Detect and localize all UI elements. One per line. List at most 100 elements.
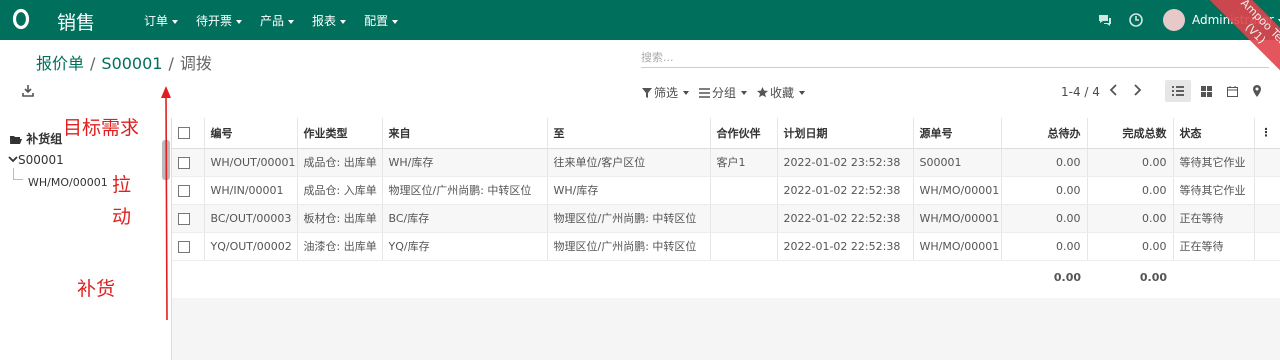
breadcrumb-order[interactable]: S00001 (101, 54, 162, 73)
main-menu: 订单 待开票 产品 报表 配置 (144, 12, 416, 29)
table-cell: 成品仓: 入库单 (297, 176, 383, 205)
table-cell: 等待其它作业 (1173, 148, 1255, 177)
app-logo-icon[interactable] (12, 8, 30, 30)
kanban-view-icon (1200, 85, 1212, 97)
table-cell: 2022-01-02 22:52:38 (777, 232, 914, 261)
menu-products[interactable]: 产品 (260, 12, 295, 29)
breadcrumb-quotations[interactable]: 报价单 (36, 54, 84, 73)
clock-icon[interactable] (1128, 12, 1144, 28)
column-header[interactable]: 总待办 (1001, 118, 1088, 149)
optional-columns-toggle[interactable]: ⋮ (1254, 118, 1280, 149)
row-select[interactable] (172, 176, 205, 205)
table-cell: 0.00 (1001, 148, 1088, 177)
menu-config-label: 配置 (364, 14, 389, 28)
column-header[interactable]: 编号 (204, 118, 298, 149)
filter-button[interactable]: 筛选 (642, 84, 690, 101)
chevron-right-icon[interactable] (1131, 82, 1143, 98)
tree-item-child[interactable]: WH/MO/00001 (28, 176, 108, 189)
table-cell: 成品仓: 出库单 (297, 148, 383, 177)
footer-cell (172, 260, 204, 294)
chevron-down-icon (683, 90, 690, 95)
column-header[interactable]: 作业类型 (297, 118, 383, 149)
favorites-label: 收藏 (770, 86, 795, 100)
select-all-checkbox[interactable] (172, 118, 205, 149)
calendar-icon (1226, 85, 1238, 97)
table-footer-row: 0.00 0.00 (172, 260, 1280, 294)
footer-cell (204, 260, 297, 294)
checkbox[interactable] (178, 156, 190, 169)
table-row[interactable]: WH/OUT/00001 成品仓: 出库单 WH/库存 往来单位/客户区位 客户… (172, 148, 1280, 177)
breadcrumb: 报价单 / S00001 / 调拨 (36, 50, 212, 74)
chat-icon[interactable] (1097, 12, 1113, 28)
transfers-table: 编号 作业类型 来自 至 合作伙伴 计划日期 源单号 总待办 完成总数 状态 ⋮… (172, 118, 1280, 294)
table-cell: WH/MO/00001 (913, 176, 1002, 205)
top-navbar: 销售 订单 待开票 产品 报表 配置 Administrator Ampoo T… (0, 0, 1280, 97)
menu-to-invoice[interactable]: 待开票 (196, 12, 243, 29)
annotation-target-demand: 目标需求 (63, 117, 140, 139)
checkbox[interactable] (178, 212, 190, 225)
table-cell (1254, 176, 1280, 205)
column-header[interactable]: 源单号 (913, 118, 1002, 149)
table-cell: 0.00 (1087, 232, 1174, 261)
table-cell: 等待其它作业 (1173, 176, 1255, 205)
menu-orders[interactable]: 订单 (144, 12, 179, 29)
table-cell (1254, 232, 1280, 261)
menu-reports-label: 报表 (312, 14, 337, 28)
tree-item-root[interactable]: S00001 (8, 153, 64, 167)
row-select[interactable] (172, 148, 205, 177)
table-cell (710, 232, 778, 261)
map-view-button[interactable] (1244, 80, 1270, 102)
column-header[interactable]: 来自 (382, 118, 548, 149)
pager-value[interactable]: 1-4 / 4 (1061, 85, 1100, 99)
table-cell: 板材仓: 出库单 (297, 204, 383, 233)
group-by-label: 分组 (712, 86, 737, 100)
table-cell (1254, 204, 1280, 233)
checkbox[interactable] (178, 240, 190, 253)
favorites-button[interactable]: 收藏 (757, 84, 806, 101)
filter-label: 筛选 (654, 86, 679, 100)
download-icon[interactable] (22, 84, 34, 98)
sidebar-title: 补货组 (10, 130, 62, 147)
search-input[interactable] (641, 48, 1269, 68)
chevron-left-icon[interactable] (1108, 82, 1120, 98)
kanban-view-button[interactable] (1193, 80, 1219, 102)
table-cell: WH/OUT/00001 (204, 148, 298, 177)
table-cell: WH/MO/00001 (913, 232, 1002, 261)
table-cell: 0.00 (1001, 176, 1088, 205)
search-options: 筛选 分组 收藏 (642, 84, 806, 101)
table-cell: 正在等待 (1173, 232, 1255, 261)
checkbox[interactable] (178, 184, 190, 197)
app-name[interactable]: 销售 (57, 8, 95, 35)
table-cell: 0.00 (1087, 148, 1174, 177)
column-header[interactable]: 完成总数 (1087, 118, 1174, 149)
menu-reports[interactable]: 报表 (312, 12, 347, 29)
breadcrumb-separator: / (168, 54, 174, 73)
column-header[interactable]: 计划日期 (777, 118, 914, 149)
group-by-button[interactable]: 分组 (699, 84, 748, 101)
annotation-pull-2: 动 (112, 206, 132, 228)
column-header[interactable]: 状态 (1173, 118, 1255, 149)
tree-connector (13, 168, 23, 180)
table-cell: WH/IN/00001 (204, 176, 298, 205)
total-todo: 0.00 (1001, 260, 1087, 294)
avatar[interactable] (1163, 9, 1185, 31)
footer-cell (710, 260, 777, 294)
table-cell (1254, 148, 1280, 177)
annotation-arrow-up-icon (161, 86, 171, 321)
table-row[interactable]: BC/OUT/00003 板材仓: 出库单 BC/库存 物理区位/广州尚鹏: 中… (172, 204, 1280, 233)
calendar-view-button[interactable] (1219, 80, 1245, 102)
list-view-button[interactable] (1165, 80, 1191, 102)
row-select[interactable] (172, 232, 205, 261)
filter-icon (642, 87, 652, 98)
chevron-down-icon (8, 156, 18, 163)
chevron-down-icon (392, 19, 399, 24)
folder-open-icon (10, 135, 22, 144)
checkbox[interactable] (178, 127, 190, 140)
column-header[interactable]: 合作伙伴 (710, 118, 778, 149)
table-row[interactable]: WH/IN/00001 成品仓: 入库单 物理区位/广州尚鹏: 中转区位 WH/… (172, 176, 1280, 205)
column-header[interactable]: 至 (547, 118, 711, 149)
row-select[interactable] (172, 204, 205, 233)
menu-config[interactable]: 配置 (364, 12, 399, 29)
chevron-down-icon (288, 19, 295, 24)
table-row[interactable]: YQ/OUT/00002 油漆仓: 出库单 YQ/库存 物理区位/广州尚鹏: 中… (172, 232, 1280, 261)
